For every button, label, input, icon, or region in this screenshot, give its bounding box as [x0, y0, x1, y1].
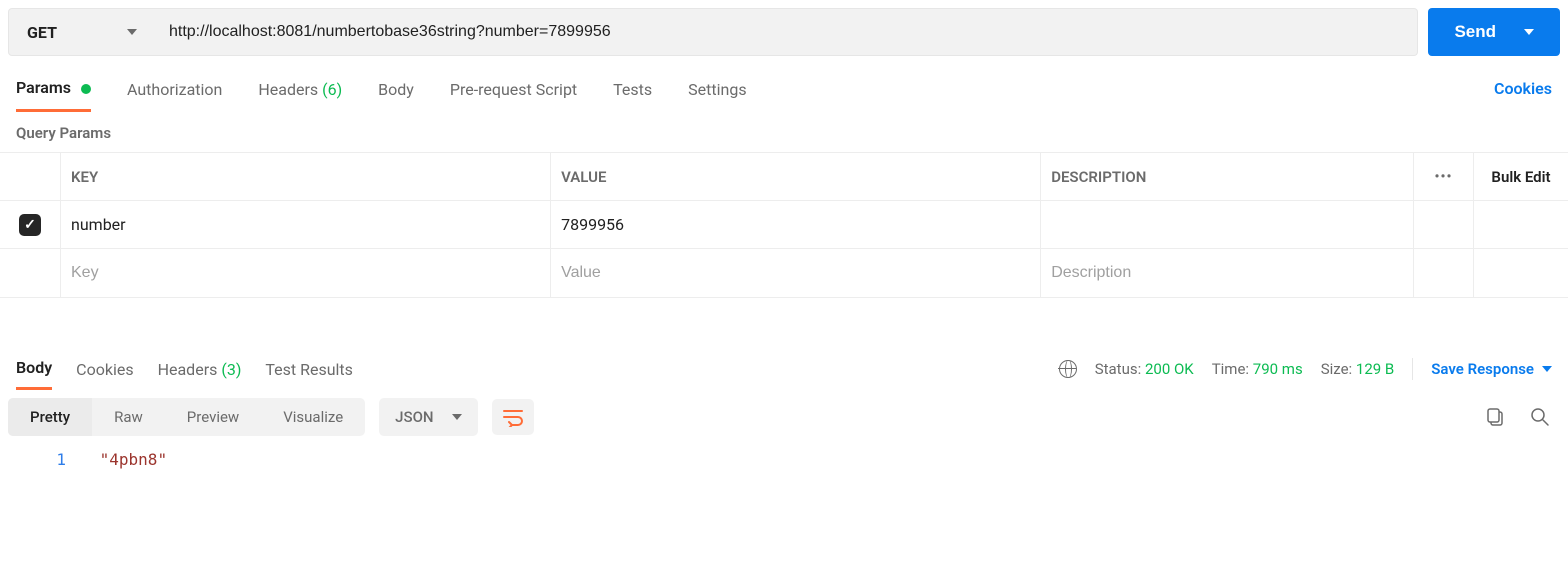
- response-meta: Status: 200 OK Time: 790 ms Size: 129 B …: [1059, 358, 1552, 380]
- send-button[interactable]: Send: [1428, 8, 1560, 56]
- chevron-down-icon: [127, 29, 137, 35]
- request-tabs-left: Params Authorization Headers (6) Body Pr…: [16, 64, 747, 112]
- method-label: GET: [27, 23, 57, 42]
- cookies-link[interactable]: Cookies: [1494, 79, 1552, 98]
- value-input[interactable]: [561, 264, 1030, 282]
- param-desc-cell[interactable]: [1040, 201, 1413, 248]
- col-desc-header: DESCRIPTION: [1040, 153, 1413, 200]
- params-header-row: KEY VALUE DESCRIPTION ••• Bulk Edit: [0, 153, 1568, 201]
- param-value-input[interactable]: [550, 249, 1040, 297]
- wrap-lines-button[interactable]: [492, 399, 534, 435]
- desc-input[interactable]: [1051, 264, 1403, 282]
- resp-tab-cookies[interactable]: Cookies: [76, 350, 133, 389]
- view-tab-raw[interactable]: Raw: [92, 398, 165, 436]
- view-tabs: Pretty Raw Preview Visualize: [8, 398, 365, 436]
- params-changed-dot: [81, 84, 91, 94]
- request-bar: GET Send: [0, 0, 1568, 64]
- param-key-input[interactable]: [60, 249, 550, 297]
- col-actions-header[interactable]: •••: [1413, 153, 1473, 200]
- param-desc-input[interactable]: [1040, 249, 1413, 297]
- query-params-label: Query Params: [0, 112, 1568, 152]
- code-line: 1 "4pbn8": [38, 450, 1552, 469]
- response-toolbar-left: Pretty Raw Preview Visualize JSON: [8, 398, 534, 436]
- method-select[interactable]: GET: [8, 8, 152, 56]
- search-icon[interactable]: [1530, 407, 1550, 427]
- col-key-header: KEY: [60, 153, 550, 200]
- view-tab-preview[interactable]: Preview: [165, 398, 261, 436]
- param-value-cell[interactable]: 7899956: [550, 201, 1040, 248]
- more-icon: •••: [1435, 169, 1453, 185]
- request-tabs: Params Authorization Headers (6) Body Pr…: [0, 64, 1568, 112]
- chevron-down-icon: [452, 414, 462, 420]
- key-input[interactable]: [71, 264, 540, 282]
- wrap-icon: [502, 407, 524, 427]
- tab-params[interactable]: Params: [16, 64, 91, 112]
- status-meta: Status: 200 OK: [1095, 360, 1194, 378]
- query-params-table: KEY VALUE DESCRIPTION ••• Bulk Edit ✓ nu…: [0, 152, 1568, 298]
- tab-tests[interactable]: Tests: [613, 66, 652, 111]
- line-number: 1: [38, 450, 66, 469]
- checkbox-checked-icon: ✓: [19, 214, 41, 236]
- chevron-down-icon: [1542, 366, 1552, 372]
- response-toolbar: Pretty Raw Preview Visualize JSON: [0, 390, 1568, 444]
- tab-headers[interactable]: Headers (6): [258, 66, 342, 111]
- resp-tab-body[interactable]: Body: [16, 348, 52, 390]
- response-toolbar-right: [1486, 407, 1560, 427]
- url-input[interactable]: [151, 8, 1418, 56]
- send-button-label: Send: [1454, 22, 1496, 42]
- tab-prerequest[interactable]: Pre-request Script: [450, 66, 577, 111]
- params-row-new: [0, 249, 1568, 297]
- response-body[interactable]: 1 "4pbn8": [0, 444, 1568, 479]
- tab-settings[interactable]: Settings: [688, 66, 746, 111]
- chevron-down-icon: [1524, 29, 1534, 35]
- globe-icon[interactable]: [1059, 360, 1077, 378]
- param-enabled-checkbox[interactable]: ✓: [0, 214, 60, 236]
- bulk-edit-button[interactable]: Bulk Edit: [1473, 153, 1568, 200]
- tab-body[interactable]: Body: [378, 66, 414, 111]
- size-meta: Size: 129 B: [1321, 360, 1395, 378]
- view-tab-pretty[interactable]: Pretty: [8, 398, 92, 436]
- param-key-cell[interactable]: number: [60, 201, 550, 248]
- copy-icon[interactable]: [1486, 407, 1506, 427]
- col-value-header: VALUE: [550, 153, 1040, 200]
- view-tab-visualize[interactable]: Visualize: [261, 398, 365, 436]
- tab-authorization[interactable]: Authorization: [127, 66, 222, 111]
- line-content: "4pbn8": [100, 450, 167, 469]
- resp-tab-headers[interactable]: Headers (3): [158, 350, 242, 389]
- format-select[interactable]: JSON: [379, 398, 477, 436]
- divider: [1412, 358, 1413, 380]
- response-bar: Body Cookies Headers (3) Test Results St…: [0, 348, 1568, 390]
- save-response-button[interactable]: Save Response: [1431, 360, 1552, 378]
- resp-tab-test-results[interactable]: Test Results: [265, 350, 353, 389]
- params-row: ✓ number 7899956: [0, 201, 1568, 249]
- time-meta: Time: 790 ms: [1212, 360, 1303, 378]
- response-tabs: Body Cookies Headers (3) Test Results: [16, 348, 353, 390]
